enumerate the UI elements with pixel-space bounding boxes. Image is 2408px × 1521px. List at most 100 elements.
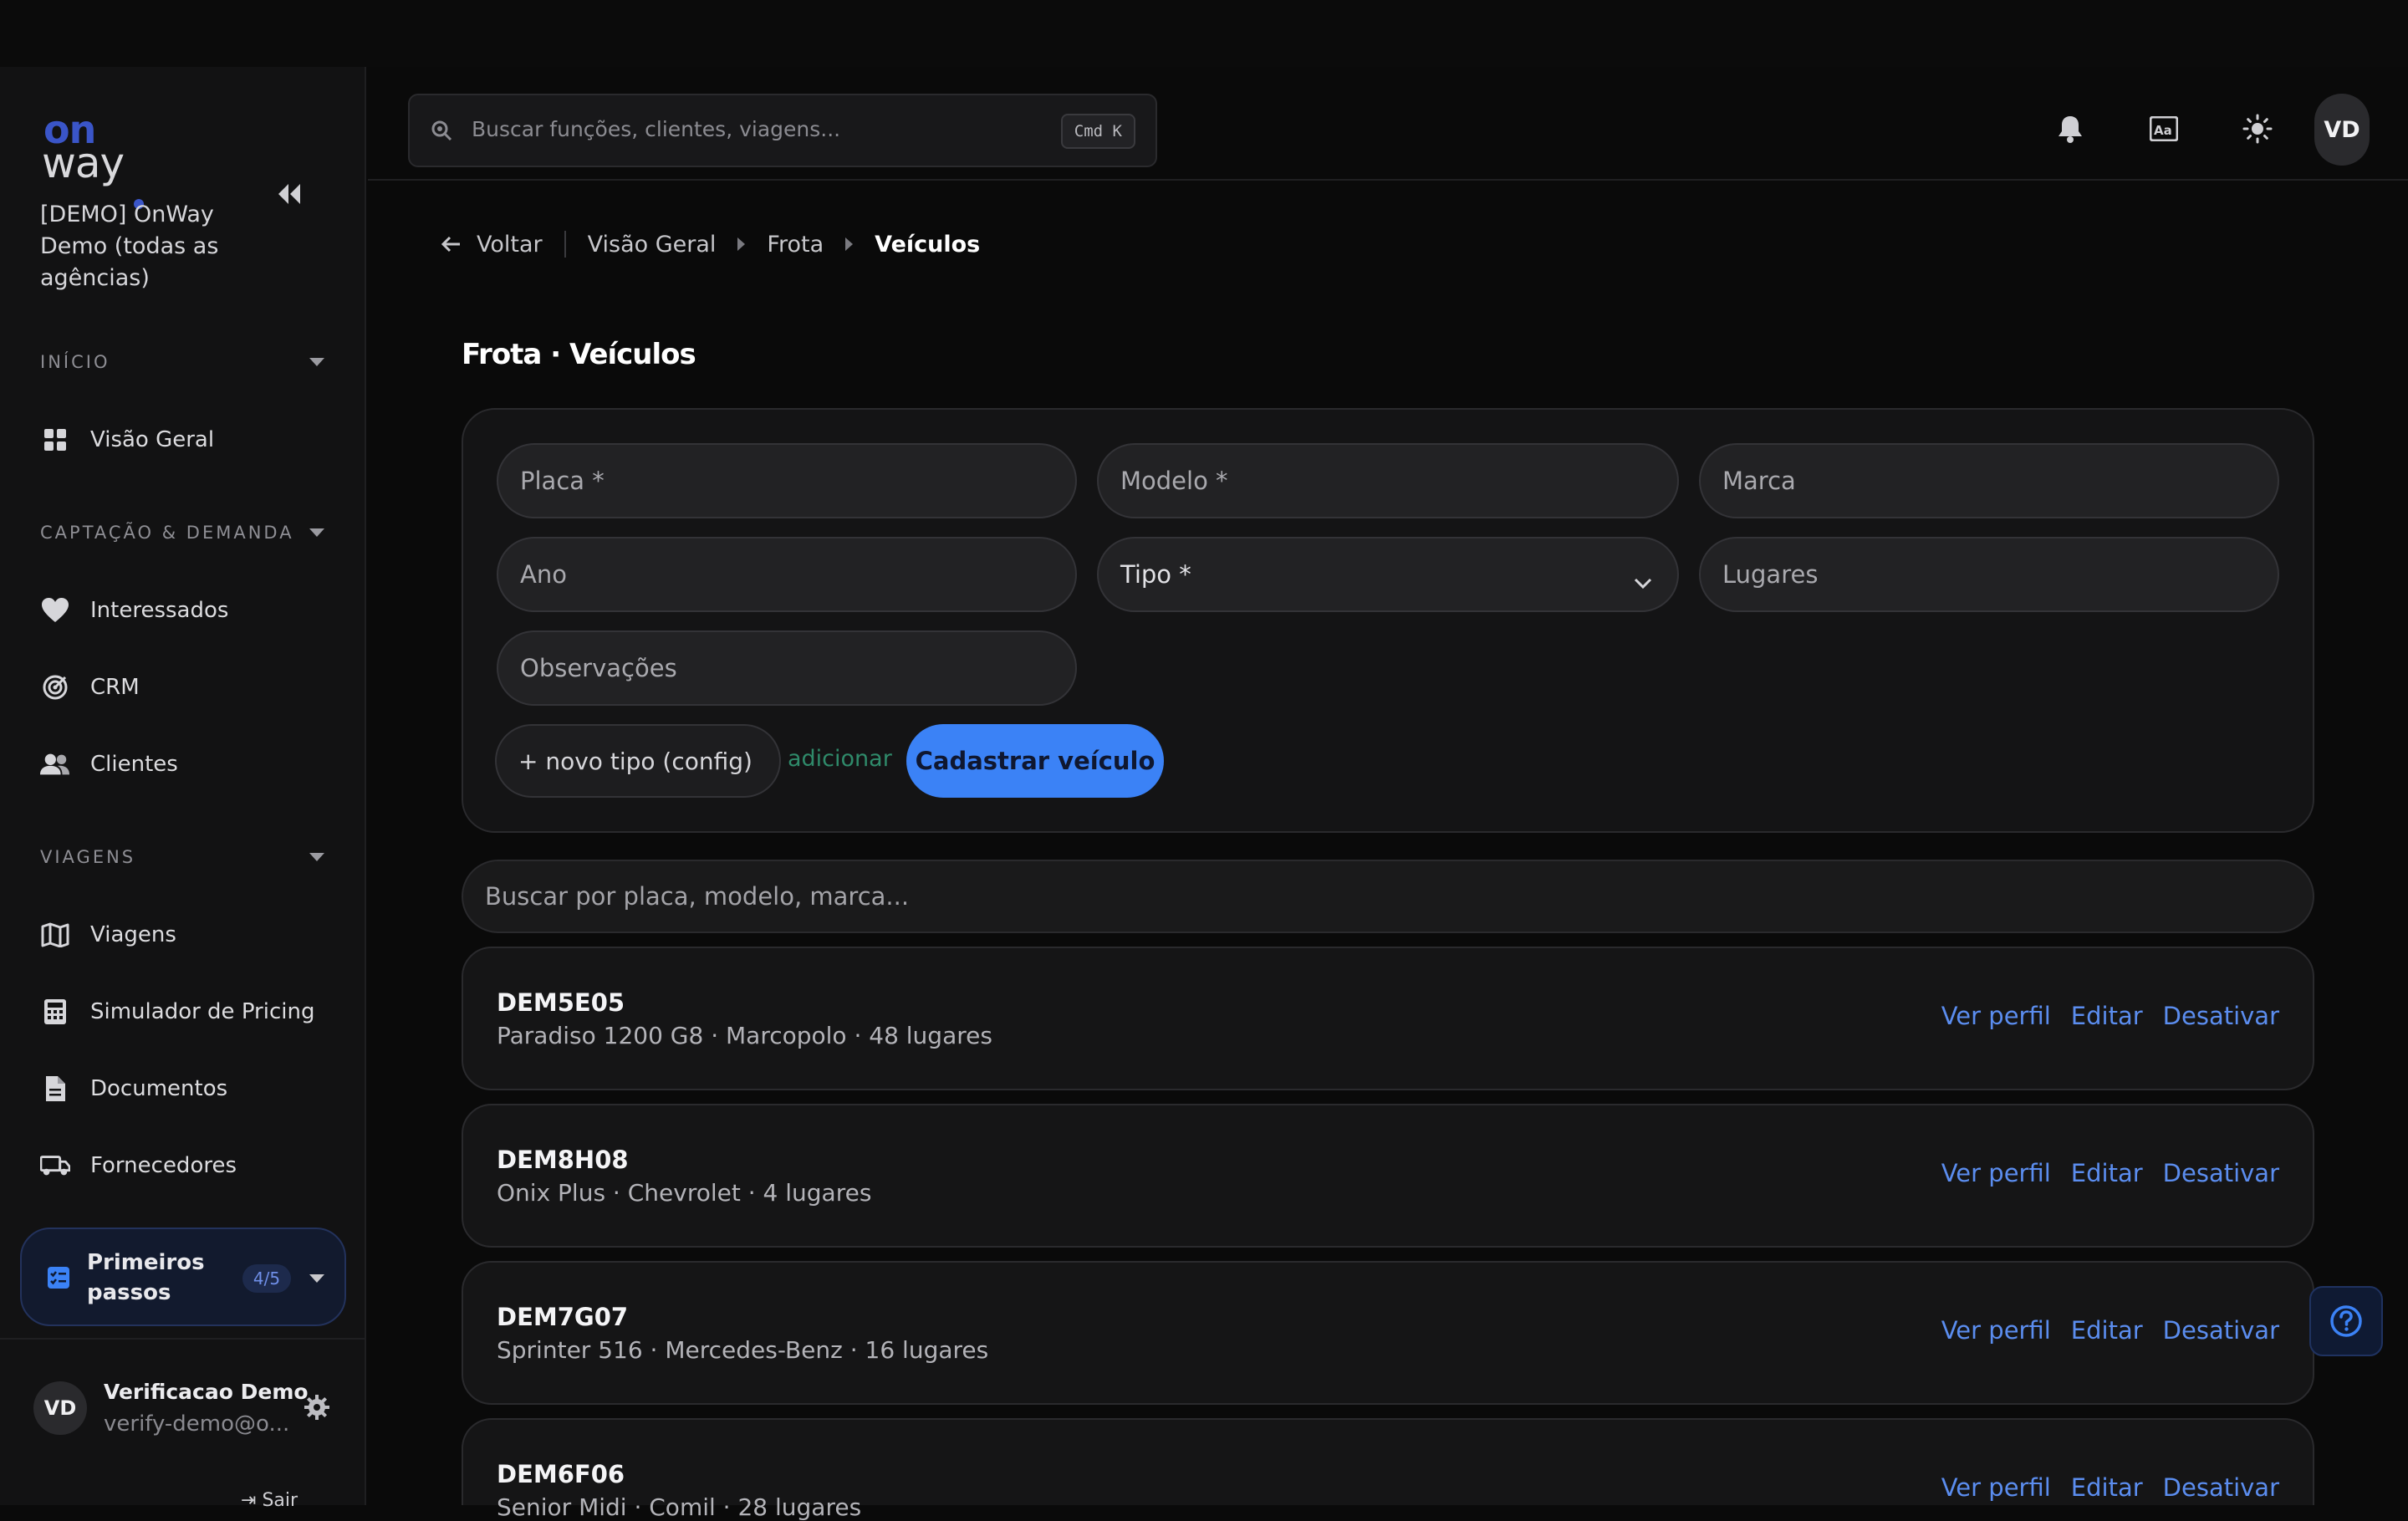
section-label: VIAGENS: [40, 847, 136, 867]
theme-toggle-button[interactable]: [2237, 109, 2278, 149]
onboarding-label: Primeiros passos: [87, 1250, 205, 1305]
section-label: INÍCIO: [40, 352, 110, 372]
marca-field[interactable]: Marca: [1699, 443, 2279, 518]
sidebar-divider: [0, 1338, 366, 1340]
sidebar-item-clientes[interactable]: Clientes: [40, 744, 341, 784]
edit-link[interactable]: Editar: [2071, 1316, 2143, 1345]
tipo-select-value: Tipo *: [1120, 560, 1191, 589]
vehicle-row: DEM5E05 Paradiso 1200 G8 · Marcopolo · 4…: [462, 947, 2314, 1090]
view-profile-link[interactable]: Ver perfil: [1941, 1002, 2051, 1030]
breadcrumb-frota[interactable]: Frota: [767, 232, 824, 258]
vehicle-search-input[interactable]: Buscar por placa, modelo, marca...: [462, 860, 2314, 933]
deactivate-link[interactable]: Desativar: [2163, 1002, 2279, 1030]
sidebar-item-visao-geral[interactable]: Visão Geral: [40, 420, 341, 460]
sidebar-item-viagens[interactable]: Viagens: [40, 915, 341, 955]
vehicle-plate: DEM7G07: [497, 1303, 629, 1331]
deactivate-link[interactable]: Desativar: [2163, 1159, 2279, 1187]
deactivate-link[interactable]: Desativar: [2163, 1316, 2279, 1345]
lugares-field[interactable]: Lugares: [1699, 537, 2279, 612]
onway-logo[interactable]: on way: [42, 107, 159, 209]
map-icon: [40, 920, 70, 950]
notifications-button[interactable]: [2050, 109, 2090, 149]
user-profile[interactable]: VD Verificacao Demo verify-demo@o...: [33, 1380, 351, 1440]
help-button[interactable]: [2309, 1286, 2383, 1356]
vehicle-description: Senior Midi · Comil · 28 lugares: [497, 1493, 862, 1521]
vehicle-row: DEM8H08 Onix Plus · Chevrolet · 4 lugare…: [462, 1104, 2314, 1248]
chevron-down-icon: [309, 358, 324, 366]
row-actions: Ver perfil Editar Desativar: [1941, 1002, 2279, 1030]
section-header-inicio[interactable]: INÍCIO: [40, 350, 341, 375]
edit-link[interactable]: Editar: [2071, 1473, 2143, 1502]
target-icon: [40, 672, 70, 702]
page-title: Frota · Veículos: [462, 338, 696, 371]
onboarding-progress-badge: 4/5: [242, 1264, 291, 1293]
double-chevron-left-icon: [278, 184, 300, 204]
gear-icon[interactable]: [304, 1395, 333, 1423]
breadcrumb: Voltar Visão Geral Frota Veículos: [441, 227, 980, 261]
sidebar-item-label: Simulador de Pricing: [90, 999, 315, 1024]
sidebar-item-documentos[interactable]: Documentos: [40, 1069, 341, 1109]
vehicle-row: DEM7G07 Sprinter 516 · Mercedes-Benz · 1…: [462, 1261, 2314, 1405]
sidebar: on way [DEMO] OnWay Demo (todas as agênc…: [0, 67, 366, 1511]
arrow-left-icon: [441, 236, 460, 253]
sidebar-item-label: Fornecedores: [90, 1153, 237, 1178]
vehicle-description: Sprinter 516 · Mercedes-Benz · 16 lugare…: [497, 1336, 989, 1364]
view-profile-link[interactable]: Ver perfil: [1941, 1473, 2051, 1502]
sidebar-item-simulador-pricing[interactable]: Simulador de Pricing: [40, 992, 341, 1032]
translate-icon: Aa: [2150, 116, 2178, 141]
vehicle-description: Paradiso 1200 G8 · Marcopolo · 48 lugare…: [497, 1022, 992, 1049]
sidebar-item-label: Documentos: [90, 1076, 228, 1101]
row-actions: Ver perfil Editar Desativar: [1941, 1316, 2279, 1345]
new-type-button[interactable]: + novo tipo (config): [495, 724, 781, 798]
question-circle-icon: [2330, 1305, 2362, 1337]
grid-icon: [40, 425, 70, 455]
language-button[interactable]: Aa: [2144, 109, 2184, 149]
checklist-icon: [47, 1266, 70, 1289]
logout-button[interactable]: ⇥ Sair: [241, 1490, 298, 1511]
row-actions: Ver perfil Editar Desativar: [1941, 1159, 2279, 1187]
view-profile-link[interactable]: Ver perfil: [1941, 1316, 2051, 1345]
document-icon: [40, 1074, 70, 1104]
chevron-down-icon: [309, 1274, 324, 1283]
chevron-right-icon: [737, 237, 746, 251]
onboarding-primeiros-passos[interactable]: Primeiros passos 4/5: [20, 1228, 346, 1326]
vehicle-plate: DEM6F06: [497, 1460, 625, 1488]
observacoes-field[interactable]: Observações: [497, 630, 1077, 706]
keyboard-shortcut-hint: Cmd K: [1060, 114, 1135, 149]
section-label: CAPTAÇÃO & DEMANDA: [40, 523, 294, 543]
vehicle-row: DEM6F06 Senior Midi · Comil · 28 lugares…: [462, 1418, 2314, 1521]
sidebar-item-label: Visão Geral: [90, 427, 215, 452]
sidebar-item-label: Clientes: [90, 752, 178, 777]
sidebar-item-interessados[interactable]: Interessados: [40, 590, 341, 630]
row-actions: Ver perfil Editar Desativar: [1941, 1473, 2279, 1502]
breadcrumb-visao-geral[interactable]: Visão Geral: [588, 232, 717, 258]
section-header-viagens[interactable]: VIAGENS: [40, 845, 341, 870]
tipo-select[interactable]: Tipo *: [1097, 537, 1679, 612]
bell-icon: [2059, 116, 2082, 143]
vehicle-description: Onix Plus · Chevrolet · 4 lugares: [497, 1179, 872, 1207]
calculator-icon: [40, 997, 70, 1027]
sidebar-item-crm[interactable]: CRM: [40, 667, 341, 707]
modelo-field[interactable]: Modelo *: [1097, 443, 1679, 518]
logout-icon: ⇥: [241, 1490, 263, 1511]
sidebar-item-fornecedores[interactable]: Fornecedores: [40, 1146, 341, 1186]
add-type-link[interactable]: adicionar: [788, 746, 892, 772]
edit-link[interactable]: Editar: [2071, 1002, 2143, 1030]
header-divider: [368, 179, 2408, 181]
back-button[interactable]: Voltar: [441, 232, 543, 258]
edit-link[interactable]: Editar: [2071, 1159, 2143, 1187]
collapse-sidebar-button[interactable]: [273, 177, 306, 211]
register-vehicle-button[interactable]: Cadastrar veículo: [906, 724, 1164, 798]
section-header-captacao[interactable]: CAPTAÇÃO & DEMANDA: [40, 520, 341, 545]
header-avatar[interactable]: VD: [2314, 94, 2370, 166]
view-profile-link[interactable]: Ver perfil: [1941, 1159, 2051, 1187]
sun-icon: [2242, 114, 2273, 144]
deactivate-link[interactable]: Desativar: [2163, 1473, 2279, 1502]
chevron-right-icon: [845, 237, 854, 251]
placa-field[interactable]: Placa *: [497, 443, 1077, 518]
ano-field[interactable]: Ano: [497, 537, 1077, 612]
organization-name: [DEMO] OnWay Demo (todas as agências): [40, 202, 219, 291]
global-search-input[interactable]: Buscar funções, clientes, viagens... Cmd…: [408, 94, 1157, 167]
sidebar-item-label: CRM: [90, 675, 140, 700]
breadcrumb-current: Veículos: [875, 231, 981, 258]
